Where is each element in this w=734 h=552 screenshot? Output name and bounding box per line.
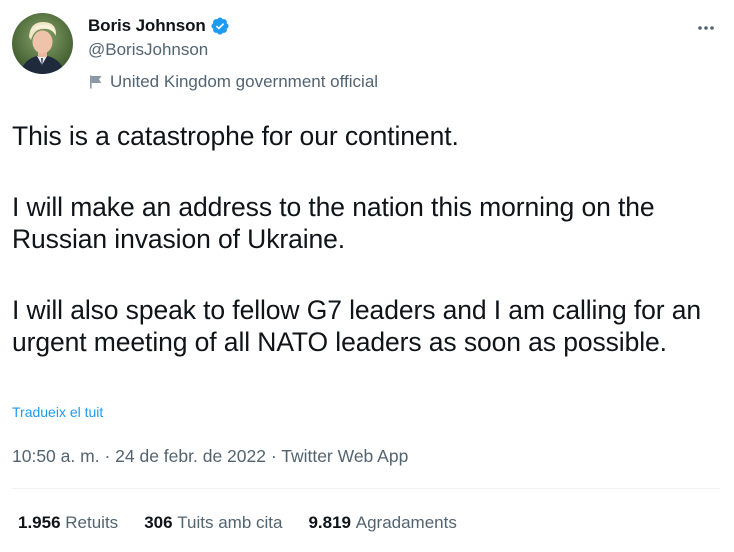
quotes-count: 306 bbox=[144, 513, 178, 532]
government-label-text: United Kingdom government official bbox=[110, 72, 379, 91]
quotes-label: Tuits amb cita bbox=[177, 513, 283, 532]
name-row: Boris Johnson bbox=[88, 15, 722, 37]
tweet-paragraph: This is a catastrophe for our continent. bbox=[12, 121, 459, 151]
retweets-label: Retuits bbox=[65, 513, 119, 532]
translate-tweet-link[interactable]: Tradueix el tuit bbox=[12, 404, 103, 420]
tweet-text: This is a catastrophe for our continent.… bbox=[12, 120, 724, 358]
tweet-metadata: 10:50 a. m. · 24 de febr. de 2022 · Twit… bbox=[12, 446, 408, 467]
tweet-paragraph: I will make an address to the nation thi… bbox=[12, 192, 655, 254]
tweet-card: Boris Johnson @BorisJohnson United Kingd… bbox=[0, 0, 734, 552]
retweets-stat[interactable]: 1.956 Retuits bbox=[18, 513, 118, 533]
tweet-time[interactable]: 10:50 a. m. bbox=[12, 446, 100, 466]
more-options-button[interactable] bbox=[692, 14, 720, 42]
engagement-stats: 1.956 Retuits 306 Tuits amb cita 9.819 A… bbox=[18, 513, 483, 533]
quote-tweets-stat[interactable]: 306 Tuits amb cita bbox=[144, 513, 282, 533]
meta-separator: · bbox=[270, 446, 282, 466]
divider bbox=[12, 488, 720, 489]
retweets-count: 1.956 bbox=[18, 513, 66, 532]
avatar[interactable] bbox=[12, 13, 73, 74]
likes-label: Agradaments bbox=[355, 513, 457, 532]
meta-separator: · bbox=[104, 446, 116, 466]
verified-badge-icon bbox=[210, 16, 230, 36]
avatar-portrait-icon bbox=[20, 22, 65, 74]
likes-stat[interactable]: 9.819 Agradaments bbox=[308, 513, 456, 533]
more-horizontal-icon bbox=[698, 26, 714, 30]
tweet-paragraph: I will also speak to fellow G7 leaders a… bbox=[12, 295, 702, 357]
likes-count: 9.819 bbox=[308, 513, 356, 532]
author-name[interactable]: Boris Johnson bbox=[88, 16, 206, 36]
tweet-date[interactable]: 24 de febr. de 2022 bbox=[115, 446, 266, 466]
author-handle[interactable]: @BorisJohnson bbox=[88, 40, 722, 60]
flag-icon bbox=[88, 74, 104, 90]
tweet-source[interactable]: Twitter Web App bbox=[281, 446, 408, 466]
tweet-header: Boris Johnson @BorisJohnson United Kingd… bbox=[88, 15, 722, 92]
government-label: United Kingdom government official bbox=[88, 72, 722, 92]
